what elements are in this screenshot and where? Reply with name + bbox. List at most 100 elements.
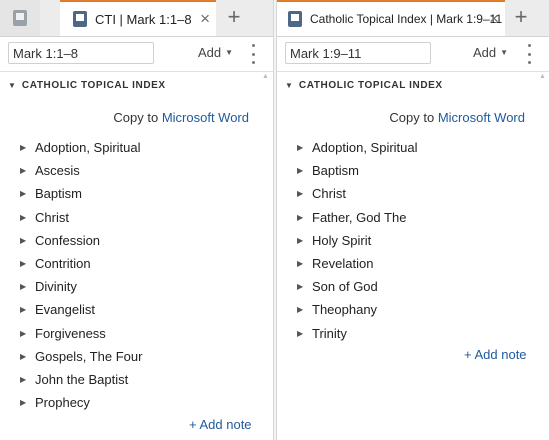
- topic-label: Trinity: [312, 325, 347, 341]
- topic-item[interactable]: ▶ John the Baptist: [20, 368, 142, 391]
- topic-item[interactable]: ▶ Father, God The: [297, 206, 418, 229]
- topic-item[interactable]: ▶ Divinity: [20, 275, 142, 298]
- topic-label: Theophany: [312, 302, 378, 318]
- expand-arrow-icon: ▶: [20, 351, 27, 361]
- topic-item[interactable]: ▶ Christ: [297, 182, 418, 205]
- tab-bar: CTI | Mark 1:1–8 × +: [0, 0, 273, 37]
- tab-title: CTI | Mark 1:1–8: [95, 11, 192, 27]
- copy-to-label: Copy to: [113, 110, 159, 125]
- add-note-link[interactable]: + Add note: [189, 417, 252, 432]
- add-label: Add: [198, 45, 222, 60]
- topic-label: John the Baptist: [35, 371, 129, 387]
- expand-arrow-icon: ▶: [20, 212, 27, 222]
- topic-label: Contrition: [35, 256, 91, 272]
- tab-bar: Catholic Topical Index | Mark 1:9–11 × +: [277, 0, 549, 37]
- expand-arrow-icon: ▶: [297, 305, 304, 315]
- section-header-catholic-topical-index[interactable]: ▼ CATHOLIC TOPICAL INDEX: [285, 80, 443, 91]
- topic-item[interactable]: ▶ Revelation: [297, 252, 418, 275]
- kebab-menu-icon[interactable]: [248, 44, 258, 64]
- topic-item[interactable]: ▶ Adoption, Spiritual: [20, 136, 142, 159]
- expand-arrow-icon: ▶: [20, 189, 27, 199]
- collapse-triangle-icon: ▼: [285, 81, 293, 90]
- topic-item[interactable]: ▶ Baptism: [20, 182, 142, 205]
- topic-item[interactable]: ▶ Trinity: [297, 322, 418, 345]
- tab-catholic-topical-index-mark-1-9-11[interactable]: Catholic Topical Index | Mark 1:9–11 ×: [277, 0, 505, 36]
- expand-arrow-icon: ▶: [20, 166, 27, 176]
- section-title: CATHOLIC TOPICAL INDEX: [21, 80, 166, 91]
- add-button[interactable]: Add ▼: [198, 45, 233, 60]
- topic-item[interactable]: ▶ Baptism: [297, 159, 418, 182]
- copy-to-line: Copy to Microsoft Word: [113, 110, 249, 125]
- topic-label: Adoption, Spiritual: [312, 140, 418, 156]
- app-menu-button[interactable]: [0, 0, 40, 36]
- topic-label: Father, God The: [312, 209, 407, 225]
- scroll-up-arrow-icon[interactable]: ▲: [262, 73, 269, 80]
- expand-arrow-icon: ▶: [297, 166, 304, 176]
- copy-to-line: Copy to Microsoft Word: [389, 110, 525, 125]
- tab-cti-mark-1-1-8[interactable]: CTI | Mark 1:1–8 ×: [60, 0, 216, 36]
- topic-label: Baptism: [35, 186, 82, 202]
- tab-title: Catholic Topical Index | Mark 1:9–11: [310, 12, 503, 26]
- topic-label: Holy Spirit: [312, 232, 372, 248]
- topic-label: Prophecy: [35, 395, 90, 411]
- new-tab-plus-icon[interactable]: +: [508, 4, 534, 30]
- topic-list: ▶ Adoption, Spiritual ▶ Baptism ▶ Christ ▶ Fath…: [297, 136, 418, 345]
- caret-down-icon: ▼: [225, 48, 234, 57]
- topic-list: ▶ Adoption, Spiritual ▶ Ascesis ▶ Baptism ▶ Chr…: [20, 136, 142, 414]
- new-tab-plus-icon[interactable]: +: [221, 4, 247, 30]
- expand-arrow-icon: ▶: [20, 282, 27, 292]
- book-icon: [73, 11, 87, 27]
- add-note-link[interactable]: + Add note: [464, 347, 527, 362]
- topic-label: Evangelist: [35, 302, 95, 318]
- scroll-up-arrow-icon[interactable]: ▲: [539, 73, 546, 80]
- left-panel: CTI | Mark 1:1–8 × + Add ▼ ▲ ▼ CATHOLIC …: [0, 0, 274, 440]
- copy-to-word-link[interactable]: Microsoft Word: [438, 110, 525, 125]
- expand-arrow-icon: ▶: [20, 305, 27, 315]
- expand-arrow-icon: ▶: [297, 328, 304, 338]
- topic-item[interactable]: ▶ Confession: [20, 229, 142, 252]
- expand-arrow-icon: ▶: [20, 143, 27, 153]
- reference-input[interactable]: [8, 42, 154, 64]
- topic-label: Christ: [35, 209, 69, 225]
- topic-item[interactable]: ▶ Theophany: [297, 298, 418, 321]
- topic-label: Son of God: [312, 279, 378, 295]
- right-panel: Catholic Topical Index | Mark 1:9–11 × +…: [276, 0, 550, 440]
- add-button[interactable]: Add ▼: [473, 45, 508, 60]
- topic-item[interactable]: ▶ Holy Spirit: [297, 229, 418, 252]
- app-book-icon: [13, 10, 27, 26]
- topic-item[interactable]: ▶ Ascesis: [20, 159, 142, 182]
- expand-arrow-icon: ▶: [297, 259, 304, 269]
- close-icon[interactable]: ×: [489, 10, 499, 27]
- expand-arrow-icon: ▶: [20, 235, 27, 245]
- topic-label: Revelation: [312, 256, 374, 272]
- topic-label: Confession: [35, 232, 101, 248]
- topic-item[interactable]: ▶ Christ: [20, 206, 142, 229]
- expand-arrow-icon: ▶: [297, 235, 304, 245]
- reference-input[interactable]: [285, 42, 431, 64]
- topic-item[interactable]: ▶ Son of God: [297, 275, 418, 298]
- expand-arrow-icon: ▶: [297, 143, 304, 153]
- topic-item[interactable]: ▶ Prophecy: [20, 391, 142, 414]
- expand-arrow-icon: ▶: [20, 398, 27, 408]
- caret-down-icon: ▼: [500, 48, 509, 57]
- panel-toolbar: Add ▼: [0, 37, 273, 72]
- topic-label: Baptism: [312, 163, 359, 179]
- section-header-catholic-topical-index[interactable]: ▼ CATHOLIC TOPICAL INDEX: [8, 80, 166, 91]
- book-icon: [288, 11, 302, 27]
- expand-arrow-icon: ▶: [20, 328, 27, 338]
- copy-to-label: Copy to: [389, 110, 435, 125]
- close-icon[interactable]: ×: [200, 10, 210, 27]
- topic-item[interactable]: ▶ Evangelist: [20, 298, 142, 321]
- kebab-menu-icon[interactable]: [524, 44, 534, 64]
- expand-arrow-icon: ▶: [20, 259, 27, 269]
- topic-item[interactable]: ▶ Contrition: [20, 252, 142, 275]
- topic-item[interactable]: ▶ Gospels, The Four: [20, 345, 142, 368]
- expand-arrow-icon: ▶: [297, 212, 304, 222]
- collapse-triangle-icon: ▼: [8, 81, 16, 90]
- section-title: CATHOLIC TOPICAL INDEX: [298, 80, 443, 91]
- copy-to-word-link[interactable]: Microsoft Word: [162, 110, 249, 125]
- topic-label: Gospels, The Four: [35, 348, 143, 364]
- topic-item[interactable]: ▶ Forgiveness: [20, 322, 142, 345]
- panel-toolbar: Add ▼: [277, 37, 549, 72]
- topic-item[interactable]: ▶ Adoption, Spiritual: [297, 136, 418, 159]
